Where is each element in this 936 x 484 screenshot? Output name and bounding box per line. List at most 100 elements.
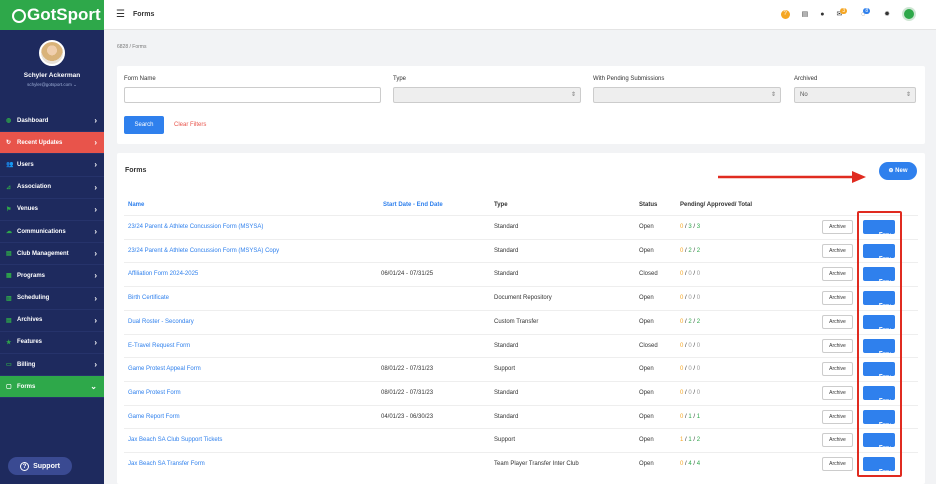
- sidebar-item-venues[interactable]: ⚑ Venues ›: [0, 199, 104, 221]
- sidebar-item-forms[interactable]: ▢ Forms ⌄: [0, 376, 104, 399]
- chevron-right-icon: ›: [94, 271, 97, 281]
- user-icon[interactable]: ●: [820, 11, 824, 18]
- list-icon[interactable]: ▤: [802, 10, 809, 18]
- form-type: Standard: [494, 389, 519, 396]
- sidebar-item-label: Archives: [17, 317, 43, 324]
- form-name-link[interactable]: Dual Roster - Secondary: [128, 319, 194, 325]
- form-name-link[interactable]: Jax Beach SA Club Support Tickets: [128, 437, 222, 443]
- form-name-link[interactable]: Game Protest Appeal Form: [128, 366, 201, 372]
- total-count: 2: [696, 437, 701, 444]
- form-counts: 0 / 0 / 0: [680, 389, 701, 396]
- form-dates: 04/01/23 - 06/30/23: [381, 413, 434, 420]
- sidebar-item-label: Forms: [17, 383, 36, 390]
- archive-button[interactable]: Archive: [822, 291, 853, 306]
- chevron-right-icon: ›: [94, 293, 97, 303]
- profile-email[interactable]: schyler@gotsport.com ⌄: [0, 82, 104, 88]
- dashboard-icon: ◍: [6, 118, 12, 125]
- table-row: Jax Beach SA Club Support Tickets Support…: [124, 428, 918, 452]
- form-name-link[interactable]: Affiliation Form 2024-2025: [128, 271, 198, 277]
- form-type: Support: [494, 366, 516, 373]
- chevron-right-icon: ›: [94, 315, 97, 325]
- logo-text: GotSport: [27, 5, 101, 24]
- archive-button[interactable]: Archive: [822, 385, 853, 400]
- form-status: Open: [639, 366, 654, 373]
- sidebar-item-billing[interactable]: ▭ Billing ›: [0, 354, 104, 377]
- form-name-link[interactable]: 23/24 Parent & Athlete Concussion Form (…: [128, 248, 279, 254]
- help-icon: ?: [20, 461, 30, 471]
- form-name-link[interactable]: 23/24 Parent & Athlete Concussion Form (…: [128, 224, 263, 230]
- sidebar-item-recent-updates[interactable]: ↻ Recent Updates ›: [0, 132, 104, 155]
- form-counts: 0 / 0 / 0: [680, 271, 701, 278]
- sidebar-item-archives[interactable]: ▤ Archives ›: [0, 310, 104, 332]
- form-name-link[interactable]: Game Protest Form: [128, 390, 181, 396]
- sidebar-item-association[interactable]: ⊿ Association ›: [0, 177, 104, 199]
- approved-count: 1: [688, 437, 692, 444]
- archive-button[interactable]: Archive: [822, 243, 853, 258]
- new-label: New: [895, 168, 908, 174]
- clear-filters-link[interactable]: Clear Filters: [174, 122, 206, 128]
- archive-button[interactable]: Archive: [822, 338, 853, 353]
- sidebar-item-label: Venues: [17, 206, 39, 213]
- chat-icon[interactable]: ◌8: [861, 7, 872, 18]
- type-label: Type: [393, 76, 407, 82]
- scheduling-icon: ▥: [6, 295, 12, 302]
- new-form-button[interactable]: ⊕ New: [879, 162, 917, 180]
- gotsport-logo[interactable]: GotSport: [0, 0, 104, 30]
- support-button[interactable]: ? Support: [8, 457, 72, 475]
- col-header-dates[interactable]: Start Date - End Date: [383, 202, 443, 208]
- logo-g-icon: [12, 9, 26, 23]
- approved-count: 3: [688, 224, 692, 230]
- chevron-right-icon: ›: [94, 227, 97, 237]
- mail-icon[interactable]: ✉3: [837, 8, 850, 18]
- sidebar-item-programs[interactable]: ▦ Programs ›: [0, 265, 104, 288]
- chevron-right-icon: ›: [94, 182, 97, 192]
- total-count: 4: [696, 461, 701, 467]
- form-counts: 0 / 0 / 0: [680, 342, 701, 349]
- form-name-link[interactable]: Jax Beach SA Transfer Form: [128, 461, 205, 467]
- col-header-status: Status: [639, 202, 658, 208]
- sidebar: GotSport Schyler Ackerman schyler@gotspo…: [0, 0, 104, 484]
- hamburger-icon[interactable]: ☰: [116, 9, 125, 20]
- archive-button[interactable]: Archive: [822, 220, 853, 234]
- avatar[interactable]: [39, 40, 65, 66]
- sidebar-item-communications[interactable]: ☁ Communications ›: [0, 221, 104, 244]
- sidebar-item-label: Recent Updates: [17, 139, 63, 146]
- breadcrumb[interactable]: 6828 / Forms: [117, 44, 146, 50]
- form-status: Open: [639, 461, 654, 467]
- total-count: 0: [696, 295, 701, 302]
- pending-select[interactable]: ⇕: [593, 87, 781, 103]
- form-name-input[interactable]: [124, 87, 381, 103]
- archive-button[interactable]: Archive: [822, 362, 853, 377]
- archive-button[interactable]: Archive: [822, 409, 853, 424]
- form-type: Support: [494, 437, 516, 444]
- total-count: 1: [696, 413, 701, 420]
- table-row: Dual Roster - Secondary Custom Transfer Op…: [124, 309, 918, 334]
- form-status: Closed: [639, 271, 658, 278]
- sidebar-item-club-management[interactable]: ▤ Club Management ›: [0, 243, 104, 266]
- sidebar-item-users[interactable]: 👥 Users ›: [0, 154, 104, 177]
- archive-button[interactable]: Archive: [822, 433, 853, 448]
- col-header-name[interactable]: Name: [128, 202, 144, 208]
- features-icon: ★: [6, 339, 12, 346]
- topbar: ☰ Forms ? ▤ ● ✉3 ◌8 ✹: [104, 0, 936, 30]
- archive-button[interactable]: Archive: [822, 267, 853, 282]
- sidebar-item-scheduling[interactable]: ▥ Scheduling ›: [0, 288, 104, 310]
- approved-count: 0: [688, 366, 692, 373]
- sidebar-item-features[interactable]: ★ Features ›: [0, 332, 104, 355]
- mail-badge: 3: [840, 8, 848, 14]
- archive-button[interactable]: Archive: [822, 314, 853, 329]
- total-count: 0: [696, 271, 701, 278]
- gear-icon[interactable]: ✹: [884, 10, 890, 18]
- archived-select[interactable]: No ⇕: [794, 87, 916, 103]
- form-name-link[interactable]: E-Travel Request Form: [128, 343, 190, 349]
- forms-card: Forms ⊕ New Name Start Date - End Date T…: [117, 153, 925, 484]
- form-name-link[interactable]: Game Report Form: [128, 414, 180, 420]
- type-select[interactable]: ⇕: [393, 87, 581, 103]
- help-icon[interactable]: ?: [780, 9, 790, 19]
- form-name-link[interactable]: Birth Certificate: [128, 295, 169, 301]
- org-avatar[interactable]: [902, 7, 916, 21]
- search-button[interactable]: Search: [124, 116, 164, 134]
- archive-button[interactable]: Archive: [822, 457, 853, 471]
- chevron-right-icon: ›: [94, 160, 97, 170]
- sidebar-item-dashboard[interactable]: ◍ Dashboard ›: [0, 110, 104, 133]
